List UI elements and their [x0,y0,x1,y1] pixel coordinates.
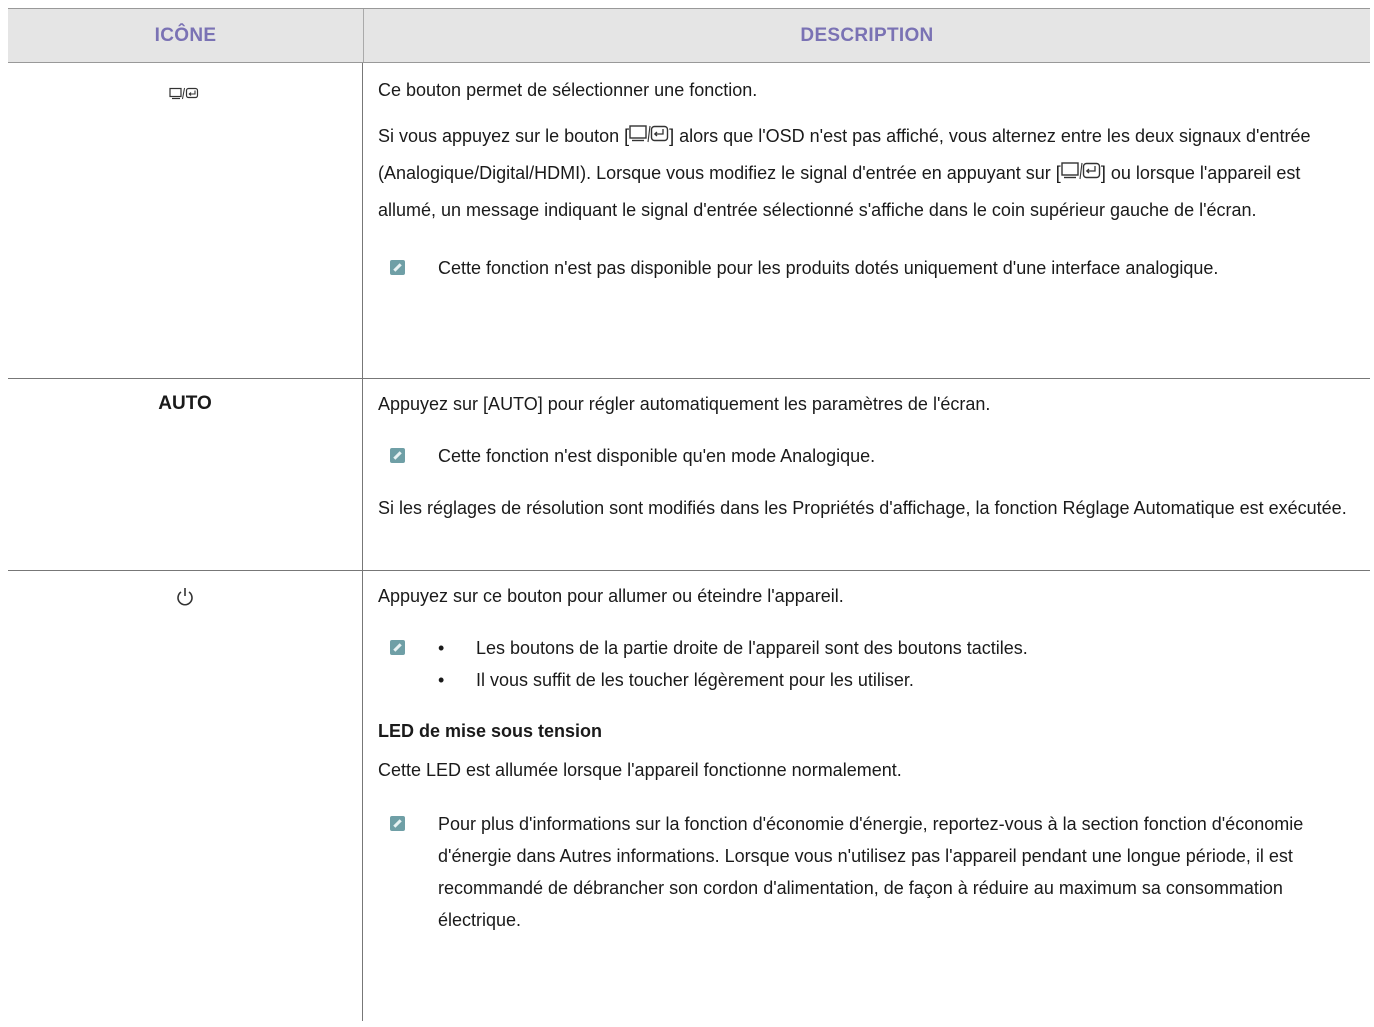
power-icon [8,587,362,612]
note-text: Cette fonction n'est disponible qu'en mo… [438,446,876,466]
bullet-text: Les boutons de la partie droite de l'app… [476,638,1028,658]
row-description-cell: Appuyez sur ce bouton pour allumer ou ét… [363,571,1370,1021]
row-text-part: Si vous appuyez sur le bouton [ [378,126,630,146]
note-text: Pour plus d'informations sur la fonction… [438,814,1304,930]
section-heading: LED de mise sous tension [378,721,603,741]
header-icon-label: ICÔNE [154,24,217,46]
row-text: Cette LED est allumée lorsque l'appareil… [378,760,902,780]
note: Cette fonction n'est disponible qu'en mo… [378,440,1360,472]
row-text: Appuyez sur ce bouton pour allumer ou ét… [378,586,844,606]
row-description-cell: Appuyez sur [AUTO] pour régler automatiq… [363,379,1370,570]
note-icon [390,816,405,831]
note: Pour plus d'informations sur la fonction… [378,808,1360,936]
row-paragraph: Si vous appuyez sur le bouton [] alors q… [378,118,1360,228]
row-text: Si les réglages de résolution sont modif… [378,498,1347,518]
table-row-auto: AUTO Appuyez sur [AUTO] pour régler auto… [8,379,1370,571]
header-description-cell: DESCRIPTION [364,9,1370,62]
row-icon-cell: AUTO [8,379,363,570]
note-text: Cette fonction n'est pas disponible pour… [438,258,1219,278]
auto-label: AUTO [158,393,212,414]
bullet-dot: • [438,670,445,690]
table-row-source: Ce bouton permet de sélectionner une fon… [8,63,1370,379]
bullet-text: Il vous suffit de les toucher légèrement… [476,670,914,690]
note: Cette fonction n'est pas disponible pour… [378,252,1360,284]
bullet-dot: • [438,638,445,658]
note-icon [390,260,405,275]
table-header: ICÔNE DESCRIPTION [8,8,1370,63]
note-icon [390,448,405,463]
source-enter-icon [1061,156,1101,192]
note-icon [390,640,405,655]
header-icon-cell: ICÔNE [8,9,364,62]
bullet-item: • Les boutons de la partie droite de l'a… [378,632,1360,664]
button-description-table: ICÔNE DESCRIPTION Ce bouton permet de sé… [8,8,1370,1021]
row-icon-cell [8,63,363,378]
row-text: Appuyez sur [AUTO] pour régler automatiq… [378,394,991,414]
bullet-item: • Il vous suffit de les toucher légèreme… [378,664,1360,696]
header-description-label: DESCRIPTION [800,24,934,46]
row-description-cell: Ce bouton permet de sélectionner une fon… [363,63,1370,378]
source-enter-icon [8,87,362,106]
table-row-power: Appuyez sur ce bouton pour allumer ou ét… [8,571,1370,1021]
row-text: Ce bouton permet de sélectionner une fon… [378,80,758,100]
row-icon-cell [8,571,363,1021]
source-enter-icon [629,119,669,155]
